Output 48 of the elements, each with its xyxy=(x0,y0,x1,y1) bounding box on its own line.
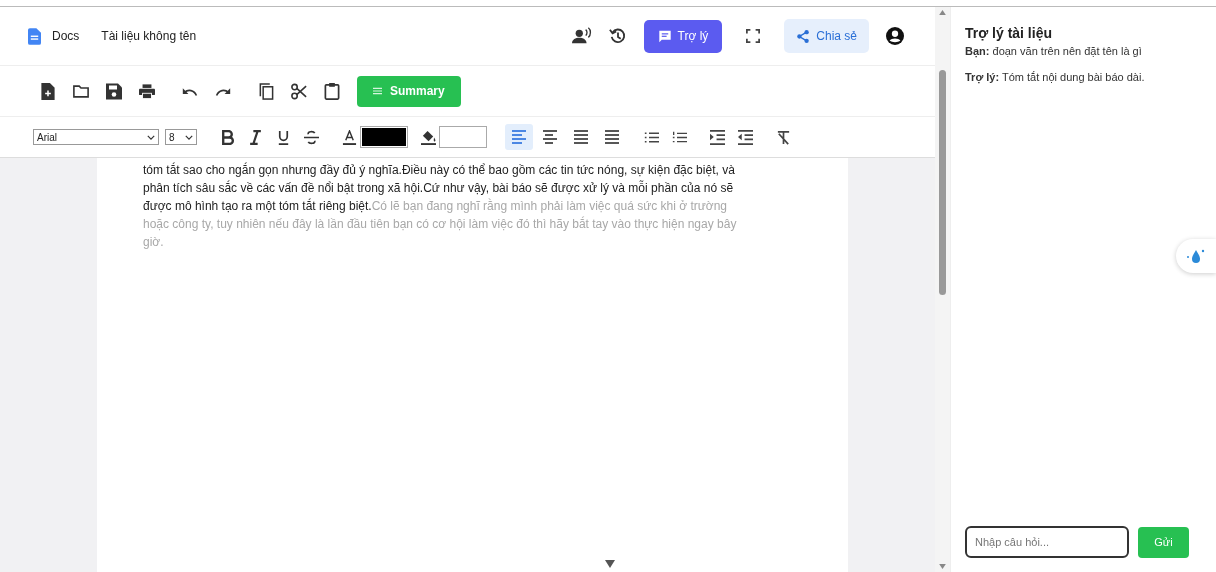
scroll-down-icon[interactable] xyxy=(939,564,946,569)
copy-icon[interactable] xyxy=(258,82,274,100)
indent-icon[interactable] xyxy=(710,129,725,145)
font-select[interactable]: Arial xyxy=(33,129,159,145)
align-left-icon[interactable] xyxy=(505,124,533,150)
droplet-button[interactable] xyxy=(1176,239,1216,273)
document-title[interactable]: Tài liệu không tên xyxy=(101,29,197,43)
text-color-swatch[interactable] xyxy=(360,126,408,148)
share-icon xyxy=(796,29,811,43)
numbered-list-icon[interactable] xyxy=(672,129,687,145)
scroll-thumb[interactable] xyxy=(939,70,946,295)
document-icon xyxy=(28,27,41,45)
new-file-icon[interactable] xyxy=(40,82,56,100)
print-icon[interactable] xyxy=(139,82,155,100)
droplet-icon xyxy=(1186,248,1206,264)
share-button[interactable]: Chia sẻ xyxy=(784,19,869,53)
fullscreen-icon[interactable] xyxy=(746,29,761,43)
scroll-down-icon[interactable] xyxy=(605,560,615,568)
italic-icon[interactable] xyxy=(248,129,263,145)
scroll-up-icon[interactable] xyxy=(939,10,946,15)
cut-icon[interactable] xyxy=(291,82,307,100)
underline-icon[interactable] xyxy=(276,129,291,145)
bold-icon[interactable] xyxy=(220,129,235,145)
panel-title: Trợ lý tài liệu xyxy=(965,25,1053,41)
font-size-select[interactable]: 8 xyxy=(165,129,197,145)
chevron-down-icon xyxy=(147,134,155,140)
history-icon[interactable] xyxy=(607,27,628,45)
save-icon[interactable] xyxy=(106,82,122,100)
fill-color-icon[interactable] xyxy=(421,129,436,145)
strikethrough-icon[interactable] xyxy=(304,129,319,145)
scrollbar[interactable] xyxy=(935,7,950,572)
chat-message: Bạn: đoạn văn trên nên đặt tên là gì xyxy=(965,45,1143,57)
chevron-down-icon xyxy=(185,134,193,140)
chat-message: Trợ lý: Tóm tắt nội dung bài báo dài. xyxy=(965,71,1146,83)
document-paragraph: tóm tắt sao cho ngắn gọn nhưng đầy đủ ý nghĩa.Điều này có thể bao gồm các tin tức nóng, sự kiện đặc biệt, và phân tích sâu sắc về các vấn đề nổi bật trong xã hội.Cứ như vậy, bài báo sẽ được xử lý và mỗi phần của nó sẽ được mô hình tạo ra một tóm tắt riêng biệt.Có lẽ bạn đang nghĩ rằng mình phải làm việc quá sức khi ở trường hoặc công ty, tuy nhiên nếu đây là lần đầu tiên bạn có cơ hội làm việc đó thì hãy bắt tay vào thực hiện ngay bây giờ. xyxy=(143,161,738,251)
fill-color-swatch[interactable] xyxy=(439,126,487,148)
question-input[interactable]: Nhập câu hỏi... xyxy=(965,526,1129,558)
app-name: Docs xyxy=(52,29,80,43)
assistant-button[interactable]: Trợ lý xyxy=(643,19,723,53)
chat-icon xyxy=(657,29,672,43)
outdent-icon[interactable] xyxy=(738,129,753,145)
lines-icon xyxy=(373,87,382,95)
voice-user-icon[interactable] xyxy=(571,27,592,45)
clear-formatting-icon[interactable] xyxy=(776,129,791,145)
text-color-icon[interactable] xyxy=(342,129,357,145)
folder-icon[interactable] xyxy=(73,82,89,100)
account-icon[interactable] xyxy=(885,27,905,45)
clipboard-icon[interactable] xyxy=(324,82,340,100)
